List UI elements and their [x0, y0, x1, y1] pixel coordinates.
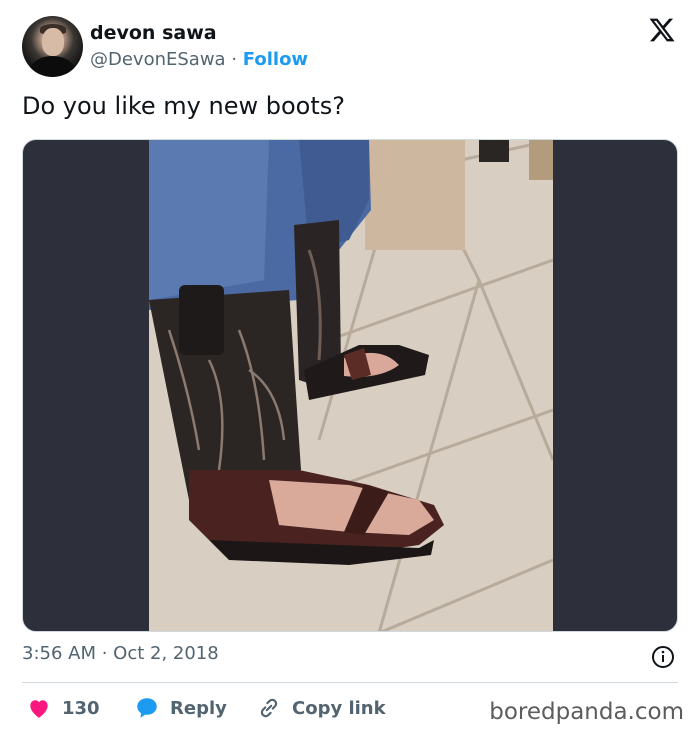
- info-icon[interactable]: [651, 645, 675, 669]
- follow-button[interactable]: Follow: [243, 49, 308, 70]
- copy-link-button[interactable]: Copy link: [256, 694, 386, 722]
- author-name[interactable]: devon sawa: [90, 22, 217, 44]
- heart-icon: [30, 700, 48, 718]
- tweet-text: Do you like my new boots?: [22, 92, 345, 120]
- like-button[interactable]: 130: [26, 694, 100, 722]
- reply-bubble-icon: [137, 698, 157, 718]
- author-handle[interactable]: @DevonESawa: [90, 49, 226, 70]
- avatar[interactable]: [22, 16, 83, 77]
- handle-separator: ·: [231, 49, 238, 70]
- divider: [22, 682, 678, 683]
- boots-photo: [149, 140, 553, 631]
- copy-link-label: Copy link: [292, 697, 386, 719]
- watermark: boredpanda.com: [489, 699, 684, 725]
- reply-button[interactable]: Reply: [134, 694, 227, 722]
- likes-count: 130: [62, 697, 100, 719]
- x-logo-icon[interactable]: [648, 16, 676, 44]
- boots-photo-illustration: [149, 140, 553, 631]
- author-handle-row: @DevonESawa · Follow: [90, 49, 308, 70]
- tweet-timestamp[interactable]: 3:56 AM · Oct 2, 2018: [22, 643, 219, 664]
- tweet-header: devon sawa @DevonESawa · Follow: [22, 16, 682, 78]
- tweet-media[interactable]: [22, 139, 678, 632]
- link-icon: [260, 698, 278, 718]
- reply-label: Reply: [170, 697, 227, 719]
